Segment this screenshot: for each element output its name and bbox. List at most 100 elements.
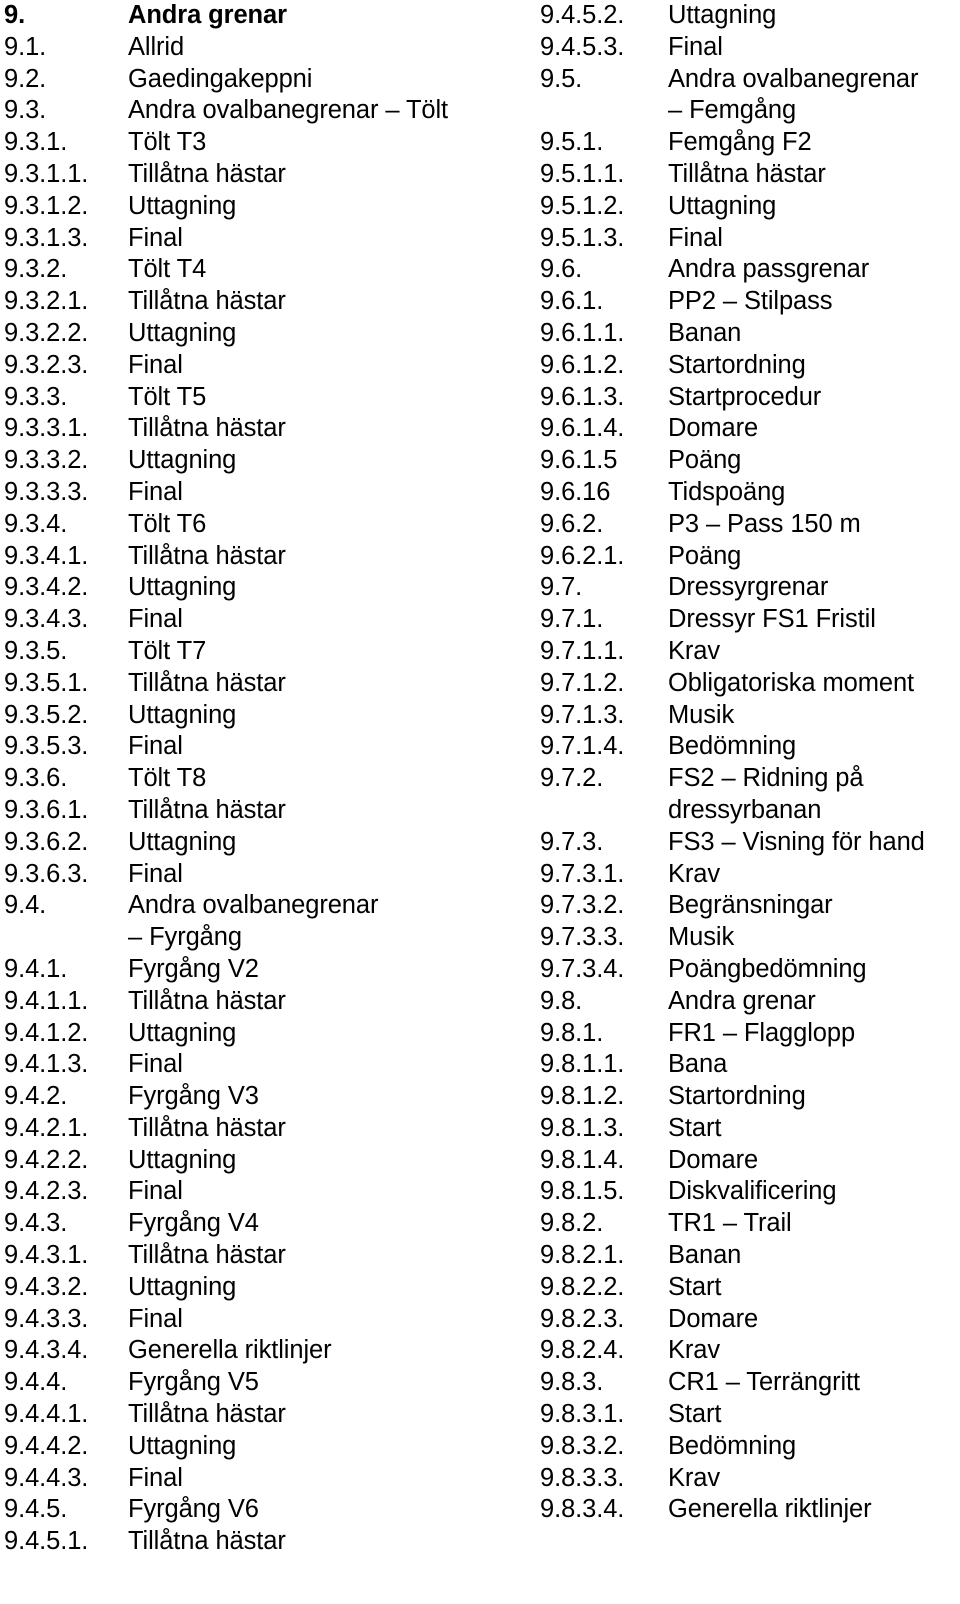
toc-entry[interactable]: 9.5. Andra ovalbanegrenar – Femgång xyxy=(540,64,960,128)
toc-entry[interactable]: 9.8.2.1. Banan xyxy=(540,1240,960,1272)
toc-entry[interactable]: 9.4.2. Fyrgång V3 xyxy=(4,1081,520,1113)
toc-entry[interactable]: 9.7.1.2. Obligatoriska moment xyxy=(540,668,960,700)
toc-entry[interactable]: 9.6. Andra passgrenar xyxy=(540,254,960,286)
toc-entry[interactable]: 9.7.1. Dressyr FS1 Fristil xyxy=(540,604,960,636)
toc-entry[interactable]: 9.8.3. CR1 – Terrängritt xyxy=(540,1367,960,1399)
toc-entry[interactable]: 9.3.6.3. Final xyxy=(4,859,520,891)
toc-entry[interactable]: 9.6.16 Tidspoäng xyxy=(540,477,960,509)
toc-entry[interactable]: 9.4.2.1. Tillåtna hästar xyxy=(4,1113,520,1145)
toc-entry[interactable]: 9.3. Andra ovalbanegrenar – Tölt xyxy=(4,95,520,127)
toc-entry[interactable]: 9.3.4.3. Final xyxy=(4,604,520,636)
toc-entry[interactable]: 9.8.1.2. Startordning xyxy=(540,1081,960,1113)
toc-entry[interactable]: 9.4.5.3. Final xyxy=(540,32,960,64)
toc-entry[interactable]: 9.5.1.1. Tillåtna hästar xyxy=(540,159,960,191)
toc-entry[interactable]: 9.4.3.2. Uttagning xyxy=(4,1272,520,1304)
toc-entry[interactable]: 9.4.5. Fyrgång V6 xyxy=(4,1494,520,1526)
toc-entry[interactable]: 9.3.2. Tölt T4 xyxy=(4,254,520,286)
toc-entry[interactable]: 9.8.1. FR1 – Flagglopp xyxy=(540,1018,960,1050)
toc-entry[interactable]: 9.5.1. Femgång F2 xyxy=(540,127,960,159)
toc-entry[interactable]: 9.6.1.2. Startordning xyxy=(540,350,960,382)
toc-entry[interactable]: 9.4.1.2. Uttagning xyxy=(4,1018,520,1050)
toc-entry[interactable]: 9.7.1.4. Bedömning xyxy=(540,731,960,763)
toc-entry[interactable]: 9.8.1.5. Diskvalificering xyxy=(540,1176,960,1208)
toc-entry[interactable]: 9.3.4.2. Uttagning xyxy=(4,572,520,604)
toc-entry-number: 9.3.6. xyxy=(4,764,68,793)
toc-entry[interactable]: 9.3.5.3. Final xyxy=(4,731,520,763)
toc-entry[interactable]: 9.4.1.3. Final xyxy=(4,1049,520,1081)
toc-entry[interactable]: 9.5.1.3. Final xyxy=(540,223,960,255)
toc-entry[interactable]: 9.8.3.1. Start xyxy=(540,1399,960,1431)
toc-entry[interactable]: 9.4.1. Fyrgång V2 xyxy=(4,954,520,986)
toc-entry[interactable]: 9.8.3.4. Generella riktlinjer xyxy=(540,1494,960,1526)
toc-entry[interactable]: 9.3.4. Tölt T6 xyxy=(4,509,520,541)
toc-entry-label: Domare xyxy=(668,1145,759,1174)
toc-entry[interactable]: 9.1. Allrid xyxy=(4,32,520,64)
toc-entry[interactable]: 9.7.3.4. Poängbedömning xyxy=(540,954,960,986)
toc-entry-number: 9.3.4. xyxy=(4,509,68,538)
toc-entry[interactable]: 9.7.3. FS3 – Visning för hand xyxy=(540,827,960,859)
toc-entry[interactable]: 9.4.4.2. Uttagning xyxy=(4,1431,520,1463)
toc-entry[interactable]: 9.3.5. Tölt T7 xyxy=(4,636,520,668)
toc-entry[interactable]: 9.7. Dressyrgrenar xyxy=(540,572,960,604)
toc-entry[interactable]: 9.7.1.3. Musik xyxy=(540,700,960,732)
toc-entry[interactable]: 9.6.1.1. Banan xyxy=(540,318,960,350)
toc-entry[interactable]: 9.6.1.5 Poäng xyxy=(540,445,960,477)
toc-entry[interactable]: 9.7.3.1. Krav xyxy=(540,859,960,891)
toc-entry[interactable]: 9.6.1.3. Startprocedur xyxy=(540,382,960,414)
toc-entry[interactable]: 9.4.4. Fyrgång V5 xyxy=(4,1367,520,1399)
toc-entry[interactable]: 9.7.3.3. Musik xyxy=(540,922,960,954)
toc-entry[interactable]: 9.3.6.2. Uttagning xyxy=(4,827,520,859)
toc-entry[interactable]: 9.7.3.2. Begränsningar xyxy=(540,890,960,922)
toc-entry[interactable]: 9.8.1.4. Domare xyxy=(540,1145,960,1177)
toc-entry[interactable]: 9.3.2.3. Final xyxy=(4,350,520,382)
toc-entry[interactable]: 9.6.2.1. Poäng xyxy=(540,541,960,573)
toc-entry[interactable]: 9.3.1.3. Final xyxy=(4,223,520,255)
toc-entry[interactable]: 9.3.4.1. Tillåtna hästar xyxy=(4,541,520,573)
toc-entry[interactable]: 9.8.3.2. Bedömning xyxy=(540,1431,960,1463)
toc-entry[interactable]: 9.6.2. P3 – Pass 150 m xyxy=(540,509,960,541)
toc-entry[interactable]: 9.4.3.3. Final xyxy=(4,1304,520,1336)
toc-entry-number: 9.3.2.3. xyxy=(4,350,89,379)
toc-entry[interactable]: 9.4.1.1. Tillåtna hästar xyxy=(4,986,520,1018)
toc-entry[interactable]: 9.3.3.1. Tillåtna hästar xyxy=(4,413,520,445)
toc-entry[interactable]: 9.8.1.1. Bana xyxy=(540,1049,960,1081)
toc-entry[interactable]: 9.5.1.2. Uttagning xyxy=(540,191,960,223)
toc-entry[interactable]: 9.8.2.3. Domare xyxy=(540,1304,960,1336)
toc-entry[interactable]: 9.7.2. FS2 – Ridning på dressyrbanan xyxy=(540,763,960,827)
toc-entry[interactable]: 9.7.1.1. Krav xyxy=(540,636,960,668)
toc-entry-label: Final xyxy=(128,223,183,252)
toc-entry[interactable]: 9.3.3.2. Uttagning xyxy=(4,445,520,477)
toc-entry[interactable]: 9.4.3. Fyrgång V4 xyxy=(4,1208,520,1240)
toc-entry[interactable]: 9.4. Andra ovalbanegrenar – Fyrgång xyxy=(4,890,520,954)
toc-entry[interactable]: 9.4.4.3. Final xyxy=(4,1463,520,1495)
toc-entry[interactable]: 9.6.1.4. Domare xyxy=(540,413,960,445)
toc-entry[interactable]: 9.6.1. PP2 – Stilpass xyxy=(540,286,960,318)
toc-entry-number: 9.4.2. xyxy=(4,1082,68,1111)
toc-entry[interactable]: 9.4.5.1. Tillåtna hästar xyxy=(4,1526,520,1558)
toc-entry[interactable]: 9.3.6. Tölt T8 xyxy=(4,763,520,795)
toc-entry[interactable]: 9.4.3.1. Tillåtna hästar xyxy=(4,1240,520,1272)
toc-entry[interactable]: 9.2. Gaedingakeppni xyxy=(4,64,520,96)
toc-entry[interactable]: 9.3.5.2. Uttagning xyxy=(4,700,520,732)
toc-entry[interactable]: 9.8. Andra grenar xyxy=(540,986,960,1018)
toc-entry[interactable]: 9.3.1.2. Uttagning xyxy=(4,191,520,223)
toc-entry[interactable]: 9.8.3.3. Krav xyxy=(540,1463,960,1495)
toc-entry[interactable]: 9.4.3.4. Generella riktlinjer xyxy=(4,1335,520,1367)
toc-entry[interactable]: 9.3.3. Tölt T5 xyxy=(4,382,520,414)
toc-entry[interactable]: 9.4.2.2. Uttagning xyxy=(4,1145,520,1177)
toc-entry[interactable]: 9.3.5.1. Tillåtna hästar xyxy=(4,668,520,700)
toc-entry[interactable]: 9.3.6.1. Tillåtna hästar xyxy=(4,795,520,827)
toc-entry[interactable]: 9.3.2.1. Tillåtna hästar xyxy=(4,286,520,318)
toc-entry[interactable]: 9.3.1.1. Tillåtna hästar xyxy=(4,159,520,191)
toc-entry[interactable]: 9.3.1. Tölt T3 xyxy=(4,127,520,159)
toc-entry[interactable]: 9.3.3.3. Final xyxy=(4,477,520,509)
toc-entry[interactable]: 9.4.5.2. Uttagning xyxy=(540,0,960,32)
toc-entry[interactable]: 9.8.1.3. Start xyxy=(540,1113,960,1145)
toc-entry[interactable]: 9. Andra grenar xyxy=(4,0,520,32)
toc-entry[interactable]: 9.4.4.1. Tillåtna hästar xyxy=(4,1399,520,1431)
toc-entry[interactable]: 9.8.2.4. Krav xyxy=(540,1335,960,1367)
toc-entry[interactable]: 9.8.2. TR1 – Trail xyxy=(540,1208,960,1240)
toc-entry[interactable]: 9.4.2.3. Final xyxy=(4,1176,520,1208)
toc-entry[interactable]: 9.8.2.2. Start xyxy=(540,1272,960,1304)
toc-entry[interactable]: 9.3.2.2. Uttagning xyxy=(4,318,520,350)
